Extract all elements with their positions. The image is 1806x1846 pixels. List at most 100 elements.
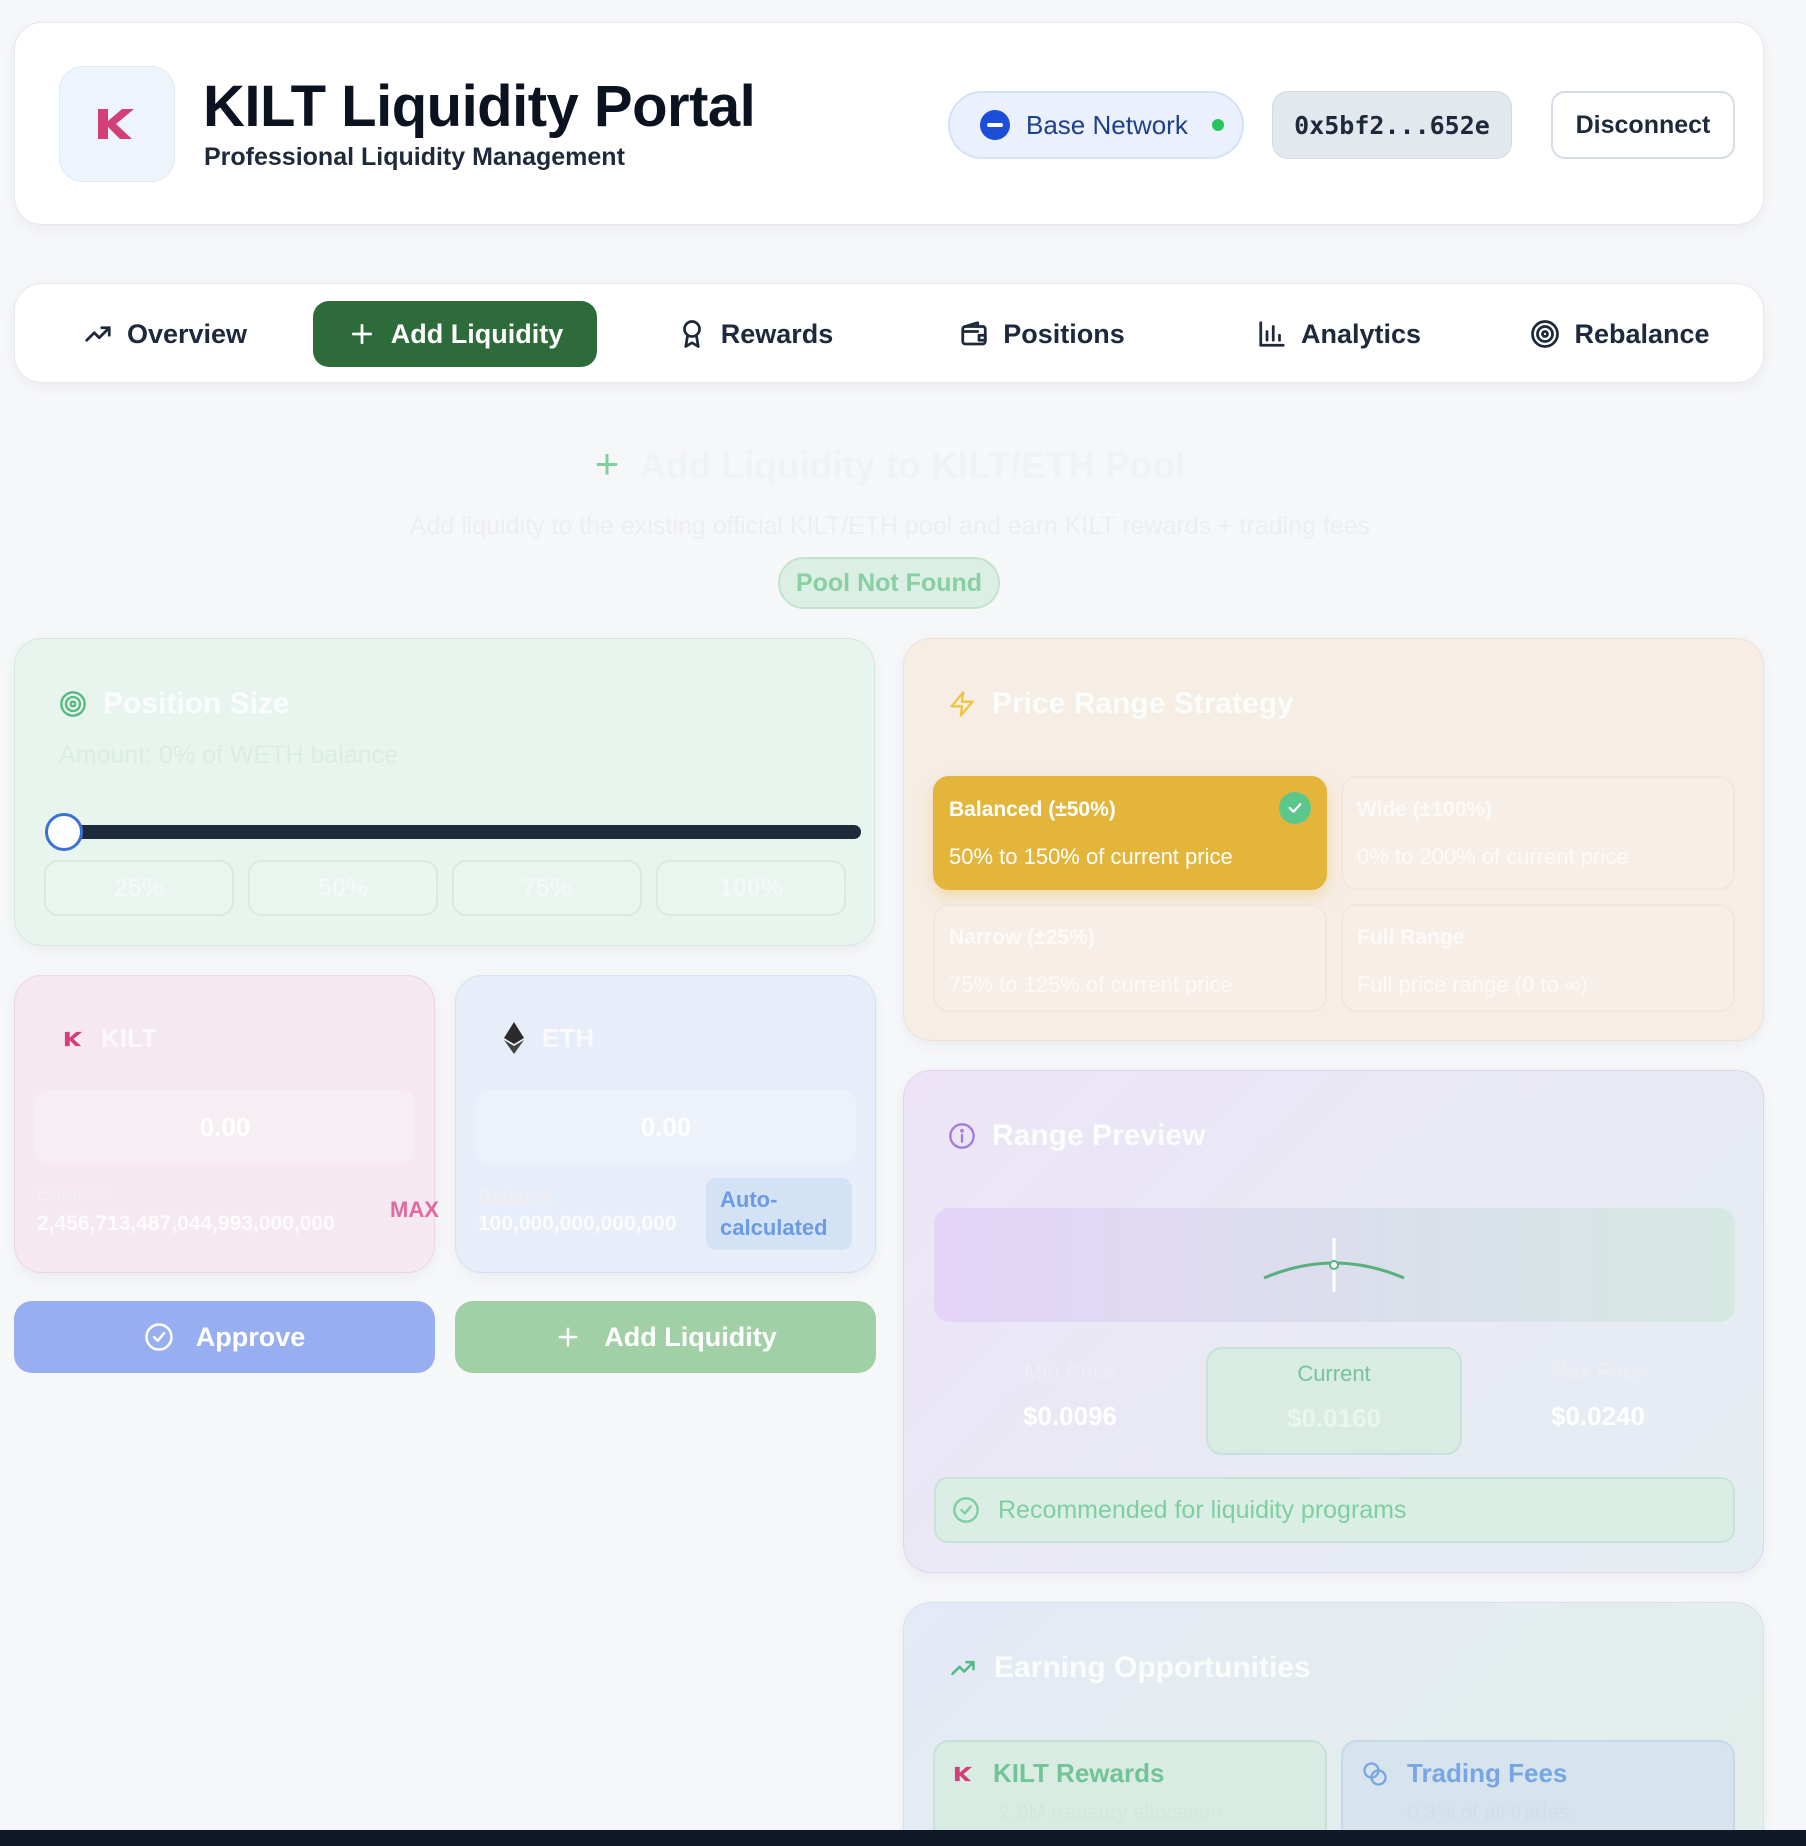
tab-label: Overview xyxy=(126,318,248,349)
approve-button[interactable]: Approve xyxy=(14,1301,435,1373)
min-price-column: Min Price $0.0096 xyxy=(942,1347,1198,1455)
auto-calculated-badge: Auto-calculated xyxy=(706,1178,852,1250)
trending-up-icon xyxy=(85,326,111,342)
trading-fees-title: Trading Fees xyxy=(1407,1758,1568,1788)
strategy-option-narrow[interactable]: Narrow (±25%) 75% to 125% of current pri… xyxy=(933,904,1327,1012)
position-size-card: Position Size Amount: 0% of WETH balance… xyxy=(14,638,875,946)
disconnect-button[interactable]: Disconnect xyxy=(1551,91,1735,159)
award-icon xyxy=(682,320,701,348)
target-icon xyxy=(60,691,86,717)
current-price-column: Current $0.0160 xyxy=(1206,1347,1462,1455)
coins-icon xyxy=(1363,1761,1387,1786)
kilt-rewards-title: KILT Rewards xyxy=(993,1758,1165,1788)
position-amount-text: Amount: 0% of WETH balance xyxy=(59,741,399,769)
preset-50-button[interactable]: 50% xyxy=(248,860,438,916)
min-price-label: Min Price xyxy=(1024,1359,1116,1384)
network-label: Base Network xyxy=(1026,109,1188,140)
recommendation-banner: Recommended for liquidity programs xyxy=(934,1477,1735,1543)
tab-analytics[interactable]: Analytics xyxy=(1239,301,1439,367)
kilt-rewards-desc: 2.9M treasury allocation xyxy=(999,1801,1222,1824)
strategy-option-title: Balanced (±50%) xyxy=(949,798,1116,821)
tab-label: Rewards xyxy=(720,318,834,349)
eth-balance-label: Balance: xyxy=(478,1187,556,1209)
kilt-token-icon xyxy=(954,1766,973,1781)
strategy-option-title: Wide (±100%) xyxy=(1357,798,1493,821)
preset-25-button[interactable]: 25% xyxy=(44,860,234,916)
min-price-value: $0.0096 xyxy=(1023,1401,1117,1431)
trading-fees-desc: 0.3% of all trades xyxy=(1407,1801,1570,1824)
eth-token-symbol: ETH xyxy=(542,1023,594,1053)
current-price-value: $0.0160 xyxy=(1287,1403,1381,1433)
wallet-icon xyxy=(961,321,987,346)
target-icon xyxy=(1531,320,1560,348)
strategy-option-desc: Full price range (0 to ∞) xyxy=(1357,972,1588,997)
strategy-title: Price Range Strategy xyxy=(992,687,1294,720)
range-preview-title: Range Preview xyxy=(992,1119,1206,1152)
kilt-token-symbol: KILT xyxy=(101,1023,157,1053)
bar-chart-icon xyxy=(1259,321,1285,347)
plus-icon xyxy=(351,323,372,345)
max-price-column: Max Price $0.0240 xyxy=(1470,1347,1726,1455)
price-range-strategy-card: Price Range Strategy Balanced (±50%) 50%… xyxy=(903,638,1764,1041)
position-size-header: Position Size xyxy=(59,687,290,721)
preset-75-button[interactable]: 75% xyxy=(452,860,642,916)
tab-label: Positions xyxy=(1003,318,1125,349)
connected-status-dot xyxy=(1211,119,1224,131)
strategy-option-full-range[interactable]: Full Range Full price range (0 to ∞) xyxy=(1341,904,1735,1012)
range-curve-graphic xyxy=(1263,1238,1405,1292)
strategy-option-desc: 50% to 150% of current price xyxy=(949,844,1233,869)
check-icon xyxy=(1279,792,1311,824)
page-title: + Add Liquidity to KILT/ETH Pool xyxy=(0,440,1780,488)
add-liquidity-button[interactable]: Add Liquidity xyxy=(455,1301,876,1373)
page-subtitle: Add liquidity to the existing official K… xyxy=(409,512,1371,540)
check-circle-icon xyxy=(953,1497,979,1523)
pool-status-badge: Pool Not Found xyxy=(778,557,1000,609)
tab-overview[interactable]: Overview xyxy=(75,301,255,367)
kilt-amount-input[interactable]: 0.00 xyxy=(35,1090,415,1164)
kilt-max-button[interactable]: MAX xyxy=(390,1197,439,1223)
app-header: KILT Liquidity Portal Professional Liqui… xyxy=(14,22,1764,225)
strategy-option-title: Narrow (±25%) xyxy=(949,926,1095,949)
strategy-option-desc: 0% to 200% of current price xyxy=(1357,844,1629,869)
tab-rewards[interactable]: Rewards xyxy=(665,301,845,367)
earning-title: Earning Opportunities xyxy=(994,1651,1311,1684)
strategy-option-balanced[interactable]: Balanced (±50%) 50% to 150% of current p… xyxy=(933,776,1327,890)
strategy-option-wide[interactable]: Wide (±100%) 0% to 200% of current price xyxy=(1341,776,1735,890)
main-tabs: Overview Add Liquidity Rewards Positions… xyxy=(14,283,1764,383)
tab-label: Rebalance xyxy=(1574,318,1710,349)
range-preview-card: Range Preview Min Price $0.0096 Current … xyxy=(903,1070,1764,1573)
range-visualization xyxy=(934,1208,1735,1322)
strategy-option-desc: 75% to 125% of current price xyxy=(949,972,1233,997)
info-icon xyxy=(949,1123,975,1149)
tab-rebalance[interactable]: Rebalance xyxy=(1525,301,1715,367)
preset-100-button[interactable]: 100% xyxy=(656,860,846,916)
check-circle-icon xyxy=(144,1323,173,1351)
kilt-token-card: KILT 0.00 Balance: 2,456,713,487,044,993… xyxy=(14,975,439,1273)
tab-label: Analytics xyxy=(1300,318,1422,349)
app-title: KILT Liquidity Portal xyxy=(203,74,756,139)
tab-positions[interactable]: Positions xyxy=(947,301,1137,367)
position-slider-track[interactable] xyxy=(63,825,861,839)
eth-token-card: ETH 0.00 Balance: 100,000,000,000,000 Au… xyxy=(455,975,876,1273)
current-price-label: Current xyxy=(1297,1361,1371,1386)
kilt-logo xyxy=(59,66,175,182)
approve-label: Approve xyxy=(195,1321,306,1352)
kilt-balance-label: Balance: xyxy=(37,1183,115,1205)
position-slider-thumb[interactable] xyxy=(45,813,83,851)
max-price-label: Max Price xyxy=(1549,1359,1647,1384)
app-subtitle: Professional Liquidity Management xyxy=(204,143,625,171)
lightning-icon xyxy=(950,691,974,717)
network-selector[interactable]: Base Network xyxy=(948,91,1244,159)
kilt-logo-icon xyxy=(98,109,134,139)
eth-amount-input[interactable]: 0.00 xyxy=(476,1090,856,1164)
tab-add-liquidity[interactable]: Add Liquidity xyxy=(313,301,597,367)
kilt-token-icon xyxy=(64,1031,83,1047)
wallet-address[interactable]: 0x5bf2...652e xyxy=(1272,91,1512,159)
plus-icon xyxy=(558,1327,578,1347)
ethereum-icon xyxy=(504,1022,524,1054)
add-liquidity-label: Add Liquidity xyxy=(604,1321,777,1352)
earning-opportunities-card: Earning Opportunities KILT Rewards 2.9M … xyxy=(903,1602,1764,1846)
kilt-balance-value: 2,456,713,487,044,993,000,000 xyxy=(37,1212,335,1235)
strategy-option-title: Full Range xyxy=(1357,926,1465,949)
recommendation-text: Recommended for liquidity programs xyxy=(998,1495,1407,1524)
